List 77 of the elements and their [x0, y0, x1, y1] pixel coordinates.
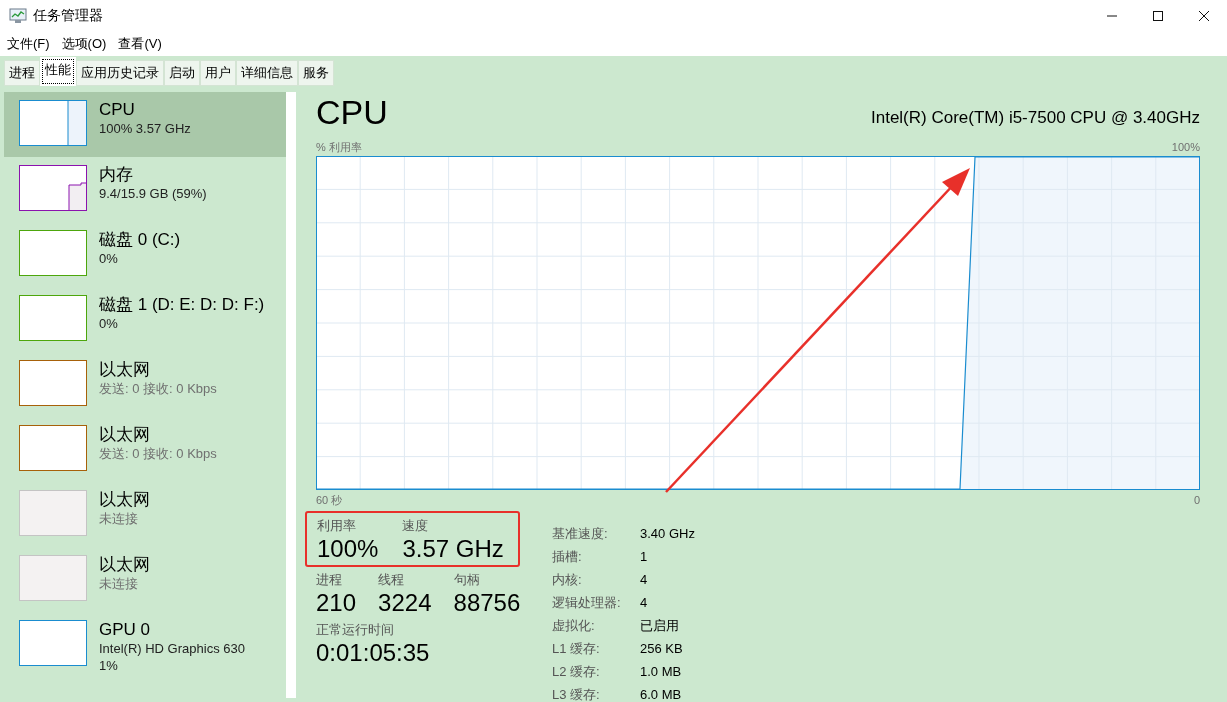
device-name: 内存 [99, 165, 134, 185]
detail-label: L1 缓存: [552, 640, 601, 658]
detail-value: 1 [640, 548, 649, 566]
detail-value: 4 [640, 571, 649, 589]
detail-value: 4 [640, 594, 649, 612]
device-name: 磁盘 0 (C:) [99, 230, 181, 250]
device-name: GPU 0 [99, 620, 152, 640]
stat-label: 进程 [316, 571, 343, 588]
axis-label: % 利用率 [316, 140, 362, 154]
sidebar-item[interactable]: CPU 100% 3.57 GHz [4, 92, 286, 157]
sidebar-item[interactable]: 磁盘 1 (D: E: D: D: F:) 0% [4, 287, 286, 352]
axis-label: 60 秒 [316, 493, 343, 507]
device-detail: 9.4/15.9 GB (59%) [99, 185, 207, 202]
device-detail: 0% [99, 250, 119, 267]
stat-value: 3224 [378, 588, 433, 617]
detail-value: 256 KB [640, 640, 684, 658]
detail-value: 3.40 GHz [640, 525, 695, 543]
device-name: CPU [99, 100, 136, 120]
stat-value: 3.57 GHz [402, 534, 504, 563]
tab[interactable]: 进程 [4, 60, 40, 86]
detail-label: 基准速度: [552, 525, 609, 543]
detail-value: 1.0 MB [640, 663, 683, 681]
device-name: 磁盘 1 (D: E: D: D: F:) [99, 295, 265, 315]
window-title: 任务管理器 [33, 7, 104, 25]
tab[interactable]: 性能 [40, 57, 76, 86]
device-name: 以太网 [99, 490, 150, 510]
detail-label: L2 缓存: [552, 663, 601, 681]
sidebar-item[interactable]: 以太网 发送: 0 接收: 0 Kbps [4, 352, 286, 417]
stat-value: 100% [317, 534, 379, 563]
detail-label: 内核: [552, 571, 583, 589]
axis-label: 100% [1171, 140, 1200, 154]
detail-label: 逻辑处理器: [552, 594, 622, 612]
menu-item[interactable]: 选项(O) [56, 35, 112, 53]
stat-value: 210 [316, 588, 358, 617]
stat-label: 利用率 [317, 517, 357, 534]
app-icon [9, 8, 27, 24]
device-detail: 未连接 [99, 510, 139, 527]
processor-model: Intel(R) Core(TM) i5-7500 CPU @ 3.40GHz [871, 108, 1200, 128]
detail-value: 6.0 MB [640, 686, 683, 702]
stat-value: 0:01:05:35 [316, 638, 430, 667]
tab[interactable]: 详细信息 [236, 60, 298, 86]
device-detail: 发送: 0 接收: 0 Kbps [99, 445, 217, 462]
detail-label: 虚拟化: [552, 617, 596, 635]
device-name: 以太网 [99, 555, 150, 575]
device-detail: Intel(R) HD Graphics 630 [99, 640, 245, 657]
device-name: 以太网 [99, 360, 151, 380]
tab[interactable]: 启动 [164, 60, 200, 86]
detail-value: 已启用 [640, 617, 680, 635]
sidebar-item[interactable]: 磁盘 0 (C:) 0% [4, 222, 286, 287]
maximize-icon [1152, 10, 1164, 22]
device-detail: 1% [99, 657, 119, 674]
sidebar-item[interactable]: 内存 9.4/15.9 GB (59%) [4, 157, 286, 222]
tab[interactable]: 应用历史记录 [76, 60, 164, 86]
stat-label: 速度 [402, 517, 430, 534]
stat-value: 88756 [453, 588, 522, 617]
detail-label: 插槽: [552, 548, 583, 566]
axis-label: 0 [1193, 493, 1200, 507]
scrollbar[interactable] [286, 92, 296, 698]
sidebar-item[interactable]: GPU 0 Intel(R) HD Graphics 630 1% [4, 612, 286, 677]
close-icon [1198, 10, 1210, 22]
tab[interactable]: 服务 [298, 60, 334, 86]
sidebar-item[interactable]: 以太网 未连接 [4, 547, 286, 612]
stat-label: 线程 [378, 571, 406, 588]
stat-label: 句柄 [453, 571, 481, 588]
device-detail: 0% [99, 315, 119, 332]
device-detail: 未连接 [99, 575, 139, 592]
device-name: 以太网 [99, 425, 151, 445]
sidebar-item[interactable]: 以太网 发送: 0 接收: 0 Kbps [4, 417, 286, 482]
device-detail: 发送: 0 接收: 0 Kbps [99, 380, 217, 397]
tab[interactable]: 用户 [200, 60, 236, 86]
stat-label: 正常运行时间 [316, 621, 395, 638]
panel-title: CPU [316, 92, 388, 132]
detail-label: L3 缓存: [552, 686, 601, 702]
sidebar-item[interactable]: 以太网 未连接 [4, 482, 286, 547]
menu-item[interactable]: 文件(F) [2, 35, 55, 53]
device-detail: 100% 3.57 GHz [99, 120, 191, 137]
menu-item[interactable]: 查看(V) [113, 35, 167, 53]
